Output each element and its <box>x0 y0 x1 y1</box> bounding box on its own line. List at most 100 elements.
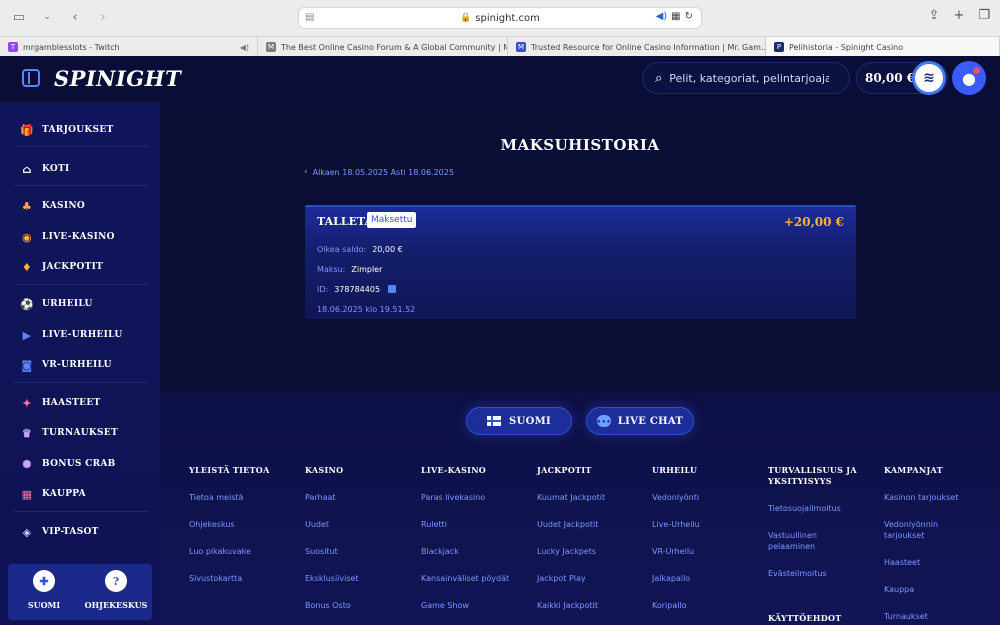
browser-tab[interactable]: M The Best Online Casino Forum & A Globa… <box>258 37 508 57</box>
footer-link[interactable]: VR-Urheilu <box>652 546 694 557</box>
sidebar-item-haasteet[interactable]: ✦ HAASTEET <box>20 393 100 413</box>
sidebar-divider <box>14 284 148 285</box>
gift-icon: 🎁 <box>20 123 34 137</box>
menu-toggle-icon[interactable] <box>22 69 40 87</box>
footer-link[interactable]: Blackjack <box>421 546 459 557</box>
language-button[interactable]: ✚ SUOMI <box>12 570 76 616</box>
sidebar-item-koti[interactable]: ⌂ KOTI <box>20 159 70 179</box>
tab-overview-icon[interactable]: ❐ <box>978 8 990 23</box>
footer-link[interactable]: Parhaat <box>305 492 336 503</box>
sidebar-item-label: KAUPPA <box>42 489 86 499</box>
sidebar-item-turnaukset[interactable]: ♛ TURNAUKSET <box>20 423 118 443</box>
footer-link[interactable]: Suositut <box>305 546 338 557</box>
date-range-filter[interactable]: ‹ Alkaen 18.05.2025 Asti 18.06.2025 <box>304 167 454 177</box>
balance-label: Oikea saldo: <box>317 245 367 254</box>
footer-link[interactable]: Jackpot Play <box>537 573 586 584</box>
footer-link[interactable]: Luo pikakuvake <box>189 546 251 557</box>
copy-icon[interactable] <box>388 285 397 293</box>
browser-tab[interactable]: M Trusted Resource for Online Casino Inf… <box>508 37 766 57</box>
browser-tab[interactable]: T mrgamblesslots - Twitch ◀) <box>0 37 258 57</box>
share-icon[interactable]: ⇪ <box>929 8 940 23</box>
sidebar-item-urheilu[interactable]: ⚽ URHEILU <box>20 294 93 314</box>
footer-link[interactable]: Kuumat Jackpotit <box>537 492 605 503</box>
help-icon: ? <box>105 570 127 592</box>
forward-icon[interactable]: › <box>94 8 112 26</box>
address-bar[interactable]: ▤ 🔒 spinight.com ◀) ▦ ↻ <box>298 7 702 29</box>
chevron-down-icon[interactable]: ⌄ <box>38 8 56 26</box>
new-tab-icon[interactable]: + <box>953 8 964 23</box>
search-icon: ⌕ <box>655 70 663 86</box>
footer-link[interactable]: Vedonlyönti <box>652 492 699 503</box>
sidebar-item-vip-tasot[interactable]: ◈ VIP-TASOT <box>20 522 99 542</box>
footer-link[interactable]: Live-Urheilu <box>652 519 700 530</box>
sidebar-item-jackpotit[interactable]: ♦ JACKPOTIT <box>20 257 103 277</box>
footer-link[interactable]: Kasinon tarjoukset <box>884 492 958 503</box>
tab-title: mrgamblesslots - Twitch <box>23 42 120 52</box>
footer-link[interactable]: Sivustokartta <box>189 573 242 584</box>
coins-icon[interactable]: ≋ <box>912 61 946 95</box>
crab-icon: ✺ <box>22 457 32 471</box>
balance-row: Oikea saldo: 20,00 € <box>317 245 403 254</box>
browser-tab-active[interactable]: P Pelihistoria - Spinight Casino <box>766 37 1000 57</box>
site-logo[interactable]: SPINIGHT <box>54 66 181 91</box>
sidebar-item-kasino[interactable]: ♣ KASINO <box>20 196 85 216</box>
reload-icon[interactable]: ↻ <box>685 11 693 22</box>
live-chat-button[interactable]: ••• LIVE CHAT <box>586 407 694 435</box>
footer-link[interactable]: Turnaukset <box>884 611 928 622</box>
language-select-button[interactable]: SUOMI <box>466 407 572 435</box>
footer-link[interactable]: Uudet Jackpotit <box>537 519 598 530</box>
footer-link[interactable]: Haasteet <box>884 557 920 568</box>
sidebar-item-tarjoukset[interactable]: 🎁 TARJOUKSET <box>20 120 114 140</box>
sidebar-item-label: KASINO <box>42 201 86 211</box>
footer-link[interactable]: Vedonlyönnin tarjoukset <box>884 519 964 541</box>
chevron-left-icon: ‹ <box>304 167 308 177</box>
sidebar-item-bonus-crab[interactable]: ✺ BONUS CRAB <box>20 454 116 474</box>
sidebar-item-live-kasino[interactable]: ◉ LIVE-KASINO <box>20 227 115 247</box>
footer-link[interactable]: Tietoa meistä <box>189 492 243 503</box>
search-box[interactable]: ⌕ <box>642 62 850 94</box>
footer-link[interactable]: Koripallo <box>652 600 687 611</box>
sidebar-divider <box>14 382 148 383</box>
vip-icon: ◈ <box>22 525 32 539</box>
transaction-date: 18.06.2025 klo 19.51.52 <box>317 305 416 314</box>
footer-link[interactable]: Ruletti <box>421 519 447 530</box>
user-avatar[interactable]: ● <box>952 61 986 95</box>
live-sports-icon: ▶ <box>22 328 32 342</box>
transaction-card[interactable]: TALLETA Maksettu +20,00 € Oikea saldo: 2… <box>305 205 856 319</box>
footer-heading: KÄYTTÖEHDOT <box>768 613 842 623</box>
footer-link[interactable]: Uudet <box>305 519 329 530</box>
footer-link[interactable]: Game Show <box>421 600 469 611</box>
speaker-icon[interactable]: ◀) <box>656 11 668 22</box>
footer-link[interactable]: Ohjekeskus <box>189 519 235 530</box>
footer-link[interactable]: Jalkapallo <box>652 573 690 584</box>
transaction-type: TALLETA <box>317 215 374 228</box>
translate-icon[interactable]: ▦ <box>671 11 680 22</box>
live-chat-label: LIVE CHAT <box>617 415 684 427</box>
sidebar-item-live-urheilu[interactable]: ▶ LIVE-URHEILU <box>20 325 123 345</box>
footer-link[interactable]: Evästeilmoitus <box>768 568 827 579</box>
notification-dot <box>973 67 980 74</box>
mrgamble-icon: M <box>266 42 276 52</box>
help-center-button[interactable]: ? OHJEKESKUS <box>84 570 148 616</box>
footer-heading: KAMPANJAT <box>884 465 943 475</box>
footer-link[interactable]: Paras livekasino <box>421 492 485 503</box>
sidebar-item-kauppa[interactable]: ▦ KAUPPA <box>20 484 86 504</box>
footer-column-live-kasino: LIVE-KASINO Paras livekasino Ruletti Bla… <box>421 465 531 610</box>
footer-link[interactable]: Eksklusiiviset <box>305 573 359 584</box>
footer-link[interactable]: Bonus Osto <box>305 600 351 611</box>
sidebar-item-vr-urheilu[interactable]: ◙ VR-URHEILU <box>20 355 112 375</box>
sidebar-toggle-icon[interactable]: ▭ <box>10 8 28 26</box>
footer-link[interactable]: Tietosuojailmoitus <box>768 503 841 514</box>
footer-link[interactable]: Kaikki Jackpotit <box>537 600 598 611</box>
footer-link[interactable]: Lucky Jackpets <box>537 546 596 557</box>
back-icon[interactable]: ‹ <box>66 8 84 26</box>
footer-column-kampanjat: KAMPANJAT Kasinon tarjoukset Vedonlyönni… <box>884 465 984 621</box>
id-row: ID: 378784405 <box>317 285 397 294</box>
spinight-favicon-icon: P <box>774 42 784 52</box>
footer-link[interactable]: Kauppa <box>884 584 914 595</box>
sidebar-item-label: URHEILU <box>42 299 93 309</box>
search-input[interactable] <box>669 71 830 85</box>
speaker-icon[interactable]: ◀) <box>234 43 249 52</box>
footer-link[interactable]: Vastuullinen pelaaminen <box>768 530 848 552</box>
footer-link[interactable]: Kansainväliset pöydät <box>421 573 509 584</box>
